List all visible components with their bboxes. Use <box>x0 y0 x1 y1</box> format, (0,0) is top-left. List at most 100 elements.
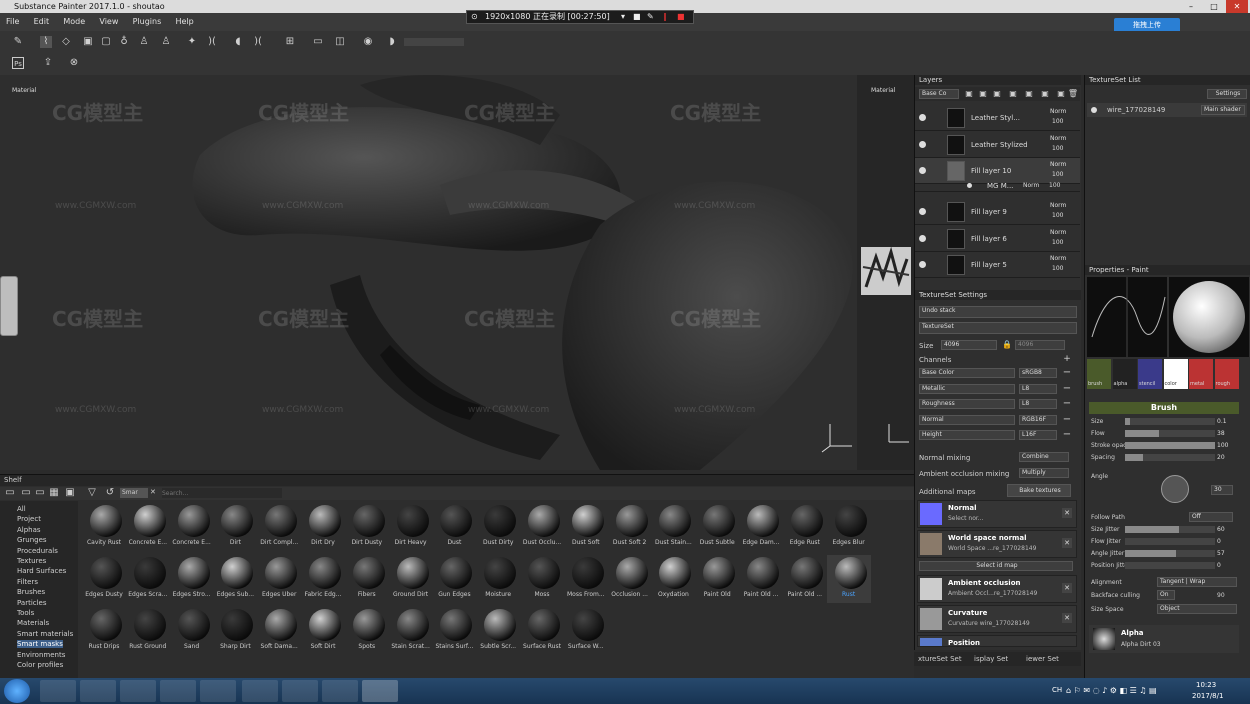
clear-map-icon[interactable]: ✕ <box>1062 508 1072 518</box>
shelf-item[interactable]: Stain Scrat... <box>389 607 433 655</box>
pen-icon[interactable]: ✎ <box>647 11 654 23</box>
new-folder-icon[interactable]: ▭ <box>20 487 32 499</box>
viewport-icon[interactable]: ⊞ <box>284 36 296 48</box>
mirror-icon[interactable]: ◖ <box>232 36 244 48</box>
export-icon[interactable]: ⇪ <box>42 57 54 69</box>
remove-channel-icon[interactable]: − <box>1061 383 1073 395</box>
clear-map-icon[interactable]: ✕ <box>1062 613 1072 623</box>
brush-param-value[interactable]: 60 <box>1217 526 1225 533</box>
shelf-item[interactable]: Paint Old ... <box>783 555 827 603</box>
lock-icon[interactable]: 🔒 <box>1001 339 1013 351</box>
textureset-field[interactable]: TextureSet <box>919 322 1077 334</box>
taskbar-explorer-icon[interactable] <box>80 680 116 702</box>
follow-path-toggle[interactable]: Off <box>1189 512 1233 522</box>
layer-row[interactable]: Fill layer 5 Norm 100 <box>915 252 1080 278</box>
layer-visibility-icon[interactable] <box>919 167 926 174</box>
layer-blend-mode[interactable]: Norm <box>1050 229 1066 236</box>
shelf-category-item[interactable]: Brushes <box>17 588 45 596</box>
bake-textures-button[interactable]: Bake textures <box>1007 484 1071 497</box>
tab-textureset-settings[interactable]: xtureSet Set <box>918 652 962 666</box>
additional-map-slot[interactable]: Normal Select nor... ✕ <box>917 500 1077 528</box>
shelf-item[interactable]: Cavity Rust <box>82 503 126 551</box>
brush-tool-icon[interactable]: ⌇ <box>40 36 52 48</box>
remove-channel-icon[interactable]: − <box>1061 414 1073 426</box>
render-icon[interactable]: ◗ <box>386 36 398 48</box>
select-id-map-button[interactable]: Select id map <box>919 561 1073 571</box>
shelf-category-item[interactable]: Hard Surfaces <box>17 567 66 575</box>
taskbar-app-icon[interactable] <box>160 680 196 702</box>
shelf-item[interactable]: Dirt Heavy <box>389 503 433 551</box>
property-tile-alpha[interactable]: alpha <box>1112 359 1137 389</box>
shelf-item[interactable]: Dust Subtle <box>695 503 739 551</box>
copy-icon[interactable]: ▣ <box>1055 88 1067 100</box>
brush-param-slider[interactable] <box>1125 454 1215 461</box>
layer-row[interactable]: Leather Stylized Norm 100 <box>915 132 1080 158</box>
layer-opacity[interactable]: 100 <box>1052 265 1063 272</box>
shelf-category-item[interactable]: Project <box>17 515 41 523</box>
close-shelf-icon[interactable]: ▣ <box>64 487 76 499</box>
taskbar-app-icon[interactable] <box>322 680 358 702</box>
brush-section-header[interactable]: Brush <box>1089 402 1239 414</box>
clear-map-icon[interactable]: ✕ <box>1062 583 1072 593</box>
clear-map-icon[interactable]: ✕ <box>1062 538 1072 548</box>
substance-icon[interactable]: ⊗ <box>68 57 80 69</box>
channel-format-select[interactable]: L16F <box>1019 430 1057 440</box>
shelf-item[interactable]: Dust Soft <box>564 503 608 551</box>
duplicate-icon[interactable]: ▣ <box>1039 88 1051 100</box>
shelf-category-item[interactable]: Environments <box>17 651 65 659</box>
reset-icon[interactable]: ↺ <box>104 487 116 499</box>
filter-icon[interactable]: ▽ <box>86 487 98 499</box>
menu-file[interactable]: File <box>0 13 25 31</box>
shelf-item[interactable]: Edges Dusty <box>82 555 126 603</box>
brush-param-value[interactable]: 20 <box>1217 454 1225 461</box>
shelf-item[interactable]: Spots <box>345 607 389 655</box>
display-icon[interactable]: ▭ <box>312 36 324 48</box>
shelf-search-input[interactable] <box>162 488 282 498</box>
brush-param-value[interactable]: 57 <box>1217 550 1225 557</box>
shelf-category-item[interactable]: Filters <box>17 578 38 586</box>
taskbar-app-icon[interactable] <box>200 680 236 702</box>
layer-opacity[interactable]: 100 <box>1052 118 1063 125</box>
brush-param-slider[interactable] <box>1125 430 1215 437</box>
alignment-select[interactable]: Tangent | Wrap <box>1157 577 1237 587</box>
shelf-item[interactable]: Sharp Dirt <box>213 607 257 655</box>
menu-mode[interactable]: Mode <box>57 13 91 31</box>
layer-blend-mode[interactable]: Norm <box>1050 161 1066 168</box>
layer-visibility-icon[interactable] <box>919 234 926 242</box>
shelf-category-item[interactable]: All <box>17 505 26 513</box>
layer-opacity[interactable]: 100 <box>1052 145 1063 152</box>
shelf-item[interactable]: Ground Dirt <box>389 555 433 603</box>
shelf-filter-tag[interactable]: Smar <box>120 488 148 498</box>
shelf-item[interactable]: Edge Dam... <box>739 503 783 551</box>
tsl-settings-button[interactable]: Settings <box>1207 89 1247 99</box>
shelf-item[interactable]: Occlusion ... <box>608 555 652 603</box>
shelf-item[interactable]: Oxydation <box>651 555 695 603</box>
shelf-item[interactable]: Dust Soft 2 <box>608 503 652 551</box>
add-effect-icon[interactable]: ▣ <box>1007 88 1019 100</box>
layer-opacity[interactable]: 100 <box>1052 239 1063 246</box>
property-tile-brush[interactable]: brush <box>1087 359 1111 389</box>
channel-format-select[interactable]: L8 <box>1019 399 1057 409</box>
layer-opacity[interactable]: 100 <box>1052 212 1063 219</box>
angle-dial[interactable] <box>1161 475 1189 503</box>
layer-opacity[interactable]: 100 <box>1052 171 1063 178</box>
shader-select[interactable]: Main shader <box>1201 105 1245 115</box>
brush-param-slider[interactable] <box>1125 442 1215 449</box>
layer-blend-mode[interactable]: Norm <box>1050 135 1066 142</box>
brush-param-slider[interactable] <box>1125 562 1215 569</box>
property-tile-color[interactable]: color <box>1163 359 1188 389</box>
shelf-item[interactable]: Paint Old ... <box>739 555 783 603</box>
additional-map-slot[interactable]: Ambient occlusion Ambient Occl...re_17702… <box>917 575 1077 603</box>
property-tile-stencil[interactable]: stencil <box>1138 359 1162 389</box>
layer-blend-mode[interactable]: Norm <box>1050 255 1066 262</box>
shelf-item[interactable]: Soft Dirt <box>301 607 345 655</box>
taskbar-ie-icon[interactable] <box>40 680 76 702</box>
add-channel-icon[interactable]: + <box>1061 353 1073 365</box>
menu-help[interactable]: Help <box>170 13 200 31</box>
shelf-item[interactable]: Edges Sub... <box>213 555 257 603</box>
channel-format-select[interactable]: RGB16F <box>1019 414 1057 425</box>
shelf-item[interactable]: Stains Surf... <box>432 607 476 655</box>
shelf-item[interactable]: Edges Scra... <box>126 555 170 603</box>
brush-param-slider[interactable] <box>1125 538 1215 545</box>
shelf-category-item[interactable]: Particles <box>17 599 47 607</box>
